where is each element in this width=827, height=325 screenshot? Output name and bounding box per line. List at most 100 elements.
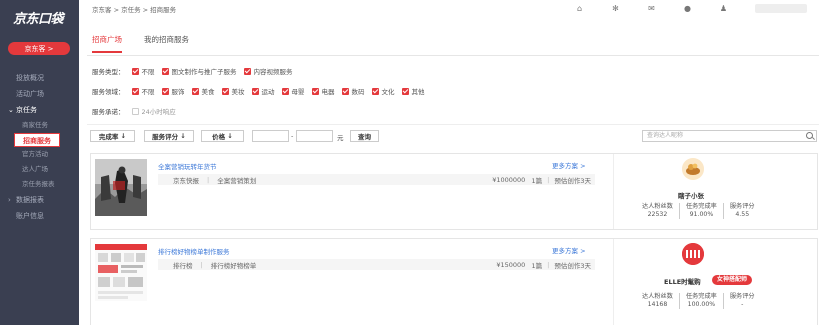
sidebar-item-merchant-task[interactable]: 商家任务: [0, 118, 79, 133]
filter-option[interactable]: 内容视频服务: [243, 66, 293, 76]
query-button[interactable]: 查询: [350, 130, 379, 142]
option-label: 母婴: [291, 88, 305, 96]
mail-icon[interactable]: ✉: [647, 4, 656, 13]
filter-option[interactable]: 不限: [131, 66, 155, 76]
filter-option[interactable]: 美妆: [221, 86, 245, 96]
checkbox-checked[interactable]: [311, 87, 319, 95]
checkbox-checked[interactable]: [251, 87, 259, 95]
more-plans-link[interactable]: 更多方案 >: [552, 245, 586, 255]
price-unit: 元: [337, 134, 344, 142]
option-label: 运动: [261, 88, 275, 96]
avatar[interactable]: [682, 243, 704, 265]
filter-option[interactable]: 母婴: [281, 86, 305, 96]
stat-fans: 达人粉丝数 22532: [636, 203, 680, 219]
card-delivery: 预估创作3天: [554, 261, 591, 270]
home-icon[interactable]: ⌂: [575, 4, 584, 13]
price-min-input[interactable]: [252, 130, 289, 142]
stat-value: 14168: [647, 301, 668, 308]
card-price-info: ¥150000 1篇 | 预估创作3天: [496, 259, 595, 270]
sidebar-item-data-report[interactable]: › 数据报表: [0, 192, 79, 208]
card-title[interactable]: 全案营销玩转年货节: [158, 161, 217, 171]
filter-option[interactable]: 电器: [311, 86, 335, 96]
service-card[interactable]: 全案营销玩转年货节 更多方案 > 京东快报 | 全案营销策划 ¥1000000 …: [90, 153, 818, 230]
checkbox-checked[interactable]: [131, 87, 139, 95]
card-meta: 京东快报 | 全案营销策划 ¥1000000 1篇 | 预估创作3天: [158, 174, 595, 185]
filter-option[interactable]: 服饰: [161, 86, 185, 96]
username-blurred[interactable]: [755, 4, 807, 13]
stat-completion: 任务完成率 91.00%: [680, 203, 724, 219]
more-plans-link[interactable]: 更多方案 >: [552, 160, 586, 170]
checkbox-checked[interactable]: [221, 87, 229, 95]
checkbox-checked[interactable]: [161, 67, 169, 75]
checkbox-checked[interactable]: [401, 87, 409, 95]
stat-label: 服务评分: [729, 203, 755, 210]
breadcrumb: 京东客 > 京任务 > 招商服务: [92, 6, 177, 14]
checkbox-checked[interactable]: [341, 87, 349, 95]
filter-option[interactable]: 数码: [341, 86, 365, 96]
elle-logo-icon: [682, 243, 704, 265]
account-button[interactable]: 京东客 >: [8, 42, 70, 55]
sort-rating-button[interactable]: 服务评分 ↓: [144, 130, 194, 142]
checkbox-checked[interactable]: [161, 87, 169, 95]
option-label: 其他: [411, 88, 425, 96]
filter-option[interactable]: 文化: [371, 86, 395, 96]
avatar[interactable]: [682, 158, 704, 180]
filter-option[interactable]: 运动: [251, 86, 275, 96]
filter-option[interactable]: 24小时响应: [131, 106, 176, 116]
sort-completion-button[interactable]: 完成率 ↓: [90, 130, 135, 142]
sidebar-item-recruit-service[interactable]: 招商服务: [14, 133, 60, 147]
chat-icon[interactable]: ●: [683, 4, 692, 13]
topbar-icons: ⌂ ✻ ✉ ● ♟: [575, 4, 807, 13]
sidebar-group-jd-task[interactable]: ⌄ 京任务: [0, 102, 79, 118]
search-icon[interactable]: [806, 132, 813, 139]
sort-label: 完成率: [98, 133, 119, 141]
stat-value: 100.00%: [687, 301, 716, 308]
app-logo[interactable]: 京东口袋: [13, 8, 65, 30]
talent-name[interactable]: 瞎子小张: [678, 190, 704, 200]
card-qty: 1篇: [531, 261, 543, 270]
sidebar-item-official-activity[interactable]: 官方活动: [0, 147, 79, 162]
checkbox-checked[interactable]: [191, 87, 199, 95]
filter-option[interactable]: 图文制作与推广子服务: [161, 66, 237, 76]
stat-label: 服务评分: [729, 293, 755, 300]
sidebar-item-account-info[interactable]: 账户信息: [0, 208, 79, 224]
sidebar-item-overview[interactable]: 投放概况: [0, 70, 79, 86]
divider: |: [547, 260, 550, 269]
checkbox-checked[interactable]: [243, 67, 251, 75]
filter-option[interactable]: 不限: [131, 86, 155, 96]
tab-my-recruit-service[interactable]: 我的招商服务: [144, 34, 189, 53]
service-card[interactable]: 排行榜好物榜单制作服务 更多方案 > 排行榜 | 排行榜好物榜单 ¥150000…: [90, 238, 818, 325]
settings-icon[interactable]: ✻: [611, 4, 620, 13]
option-label: 美食: [201, 88, 215, 96]
price-max-input[interactable]: [296, 130, 333, 142]
filter-option[interactable]: 美食: [191, 86, 215, 96]
stat-completion: 任务完成率 100.00%: [680, 293, 724, 309]
sidebar-item-task-report[interactable]: 京任务报表: [0, 177, 79, 192]
stat-value: 4.55: [735, 211, 750, 218]
filter-service-type: 服务类型： 不限 图文制作与推广子服务 内容视频服务: [92, 66, 296, 76]
checkbox-unchecked[interactable]: [131, 107, 139, 115]
option-label: 不限: [141, 88, 155, 96]
card-delivery: 预估创作3天: [554, 176, 591, 185]
range-dash: -: [291, 132, 294, 140]
talent-badge: 女神搭配师: [712, 275, 753, 285]
card-thumbnail[interactable]: [95, 244, 147, 301]
sidebar-item-activity-square[interactable]: 活动广场: [0, 86, 79, 102]
card-title[interactable]: 排行榜好物榜单制作服务: [158, 246, 230, 256]
checkbox-checked[interactable]: [281, 87, 289, 95]
tab-bar: 招商广场 我的招商服务: [92, 34, 189, 53]
checkbox-checked[interactable]: [131, 67, 139, 75]
search-input[interactable]: 查询达人昵称: [642, 130, 817, 142]
talent-name[interactable]: ELLE时髦购: [664, 276, 701, 286]
filter-option[interactable]: 其他: [401, 86, 425, 96]
user-icon[interactable]: ♟: [719, 4, 728, 13]
card-thumbnail[interactable]: [95, 159, 147, 216]
sort-price-button[interactable]: 价格 ↓: [201, 130, 244, 142]
checkbox-checked[interactable]: [371, 87, 379, 95]
sidebar-item-talent-square[interactable]: 达人广场: [0, 162, 79, 177]
option-label: 内容视频服务: [253, 68, 293, 76]
sort-label: 价格: [212, 133, 226, 141]
tab-recruit-square[interactable]: 招商广场: [92, 34, 122, 53]
stat-value: -: [741, 301, 744, 308]
topbar: 京东客 > 京任务 > 招商服务 ⌂ ✻ ✉ ● ♟: [79, 0, 827, 20]
